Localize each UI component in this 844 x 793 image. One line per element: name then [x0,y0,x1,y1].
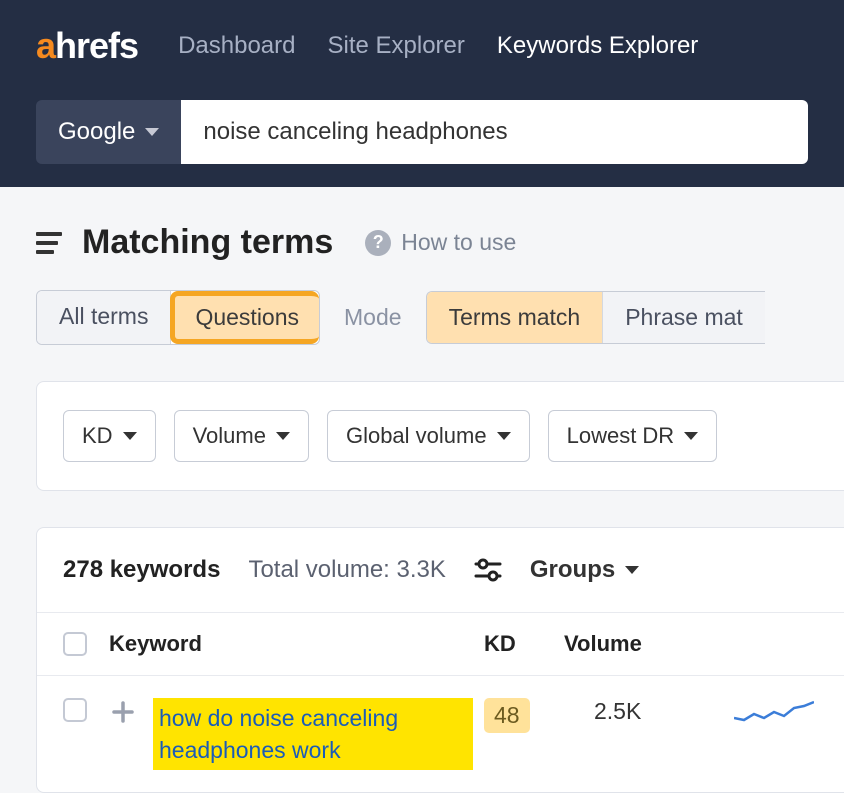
row-checkbox[interactable] [63,698,87,722]
filters-panel: KD Volume Global volume Lowest DR [36,381,844,491]
nav-site-explorer[interactable]: Site Explorer [327,32,464,60]
total-volume: Total volume: 3.3K [248,556,445,584]
chevron-down-icon [276,432,290,440]
search-query-value: noise canceling headphones [203,118,507,146]
content-area: Matching terms ? How to use All terms Qu… [0,187,844,793]
groups-label: Groups [530,556,615,584]
terms-tab-group: All terms Questions [36,290,320,345]
chevron-down-icon [145,128,159,136]
title-row: Matching terms ? How to use [36,223,808,262]
keyword-search-input[interactable]: noise canceling headphones [181,100,808,164]
mode-tab-group: Terms match Phrase mat [426,291,765,344]
chevron-down-icon [684,432,698,440]
chevron-down-icon [497,432,511,440]
select-all-checkbox[interactable] [63,632,87,656]
filter-lowest-dr-label: Lowest DR [567,423,675,449]
tabs-row: All terms Questions Mode Terms match Phr… [36,290,808,345]
help-icon: ? [365,230,391,256]
filter-kd[interactable]: KD [63,410,156,462]
tab-questions[interactable]: Questions [170,291,319,344]
table-header: Keyword KD Volume [37,612,844,676]
sliders-icon[interactable] [474,558,502,582]
filter-kd-label: KD [82,423,113,449]
filter-volume-label: Volume [193,423,266,449]
column-volume[interactable]: Volume [564,631,734,657]
menu-icon[interactable] [36,232,62,254]
mode-label: Mode [320,304,426,331]
tab-phrase-match[interactable]: Phrase mat [603,292,765,343]
nav-keywords-explorer[interactable]: Keywords Explorer [497,32,698,60]
filter-volume[interactable]: Volume [174,410,309,462]
logo-a: a [36,25,55,67]
column-volume-label: Volume [564,631,642,657]
filter-global-volume[interactable]: Global volume [327,410,530,462]
page-title: Matching terms [82,223,333,262]
groups-dropdown[interactable]: Groups [530,556,639,584]
keyword-count: 278 keywords [63,556,220,584]
logo-rest: hrefs [55,25,138,67]
volume-value: 2.5K [564,698,641,725]
search-bar: Google noise canceling headphones [0,92,844,187]
filter-lowest-dr[interactable]: Lowest DR [548,410,718,462]
trend-sparkline [734,698,818,730]
chevron-down-icon [625,566,639,574]
search-engine-label: Google [58,118,135,146]
expand-icon[interactable] [109,698,137,726]
how-to-use-label: How to use [401,229,516,256]
search-engine-select[interactable]: Google [36,100,181,164]
how-to-use-link[interactable]: ? How to use [365,229,516,256]
filter-global-volume-label: Global volume [346,423,487,449]
chevron-down-icon [123,432,137,440]
top-navbar: ahrefs Dashboard Site Explorer Keywords … [0,0,844,92]
tab-all-terms[interactable]: All terms [37,291,171,344]
column-kd[interactable]: KD [484,631,564,657]
results-panel: 278 keywords Total volume: 3.3K Groups K… [36,527,844,793]
column-keyword[interactable]: Keyword [109,631,484,657]
ahrefs-logo[interactable]: ahrefs [36,25,146,67]
kd-badge: 48 [484,698,530,733]
table-row: how do noise canceling headphones work 4… [37,676,844,792]
keyword-link[interactable]: how do noise canceling headphones work [153,698,473,770]
nav-dashboard[interactable]: Dashboard [178,32,295,60]
results-header: 278 keywords Total volume: 3.3K Groups [37,528,844,612]
tab-terms-match[interactable]: Terms match [427,292,604,343]
